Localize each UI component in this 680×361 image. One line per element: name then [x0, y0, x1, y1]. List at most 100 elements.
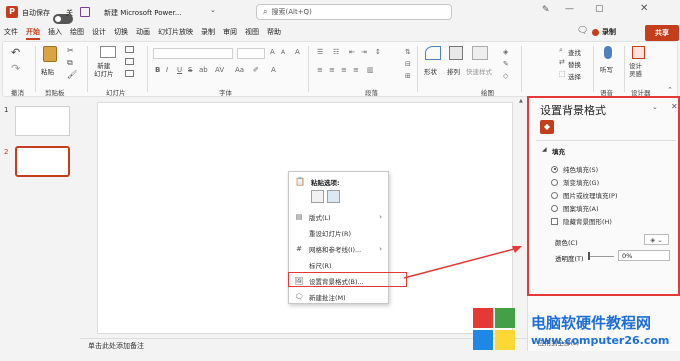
shape-outline-icon[interactable]: ✎ — [503, 60, 509, 68]
copy-icon[interactable]: ⧉ — [67, 58, 73, 68]
microphone-icon[interactable] — [604, 46, 612, 59]
tab-file[interactable]: 文件 — [0, 27, 22, 37]
arrange-button-label[interactable]: 排列 — [447, 66, 460, 76]
menu-item-new-comment[interactable]: 🗨 新建批注(M) — [289, 289, 388, 304]
pen-icon[interactable]: ✎ — [542, 5, 550, 15]
slide-thumbnail-selected[interactable] — [15, 146, 70, 177]
layout-icon[interactable] — [125, 46, 134, 53]
title-dropdown-icon[interactable]: ⌄ — [210, 6, 216, 14]
designer-icon[interactable] — [632, 46, 645, 59]
tab-slideshow[interactable]: 幻灯片放映 — [154, 27, 197, 37]
menu-item-layout[interactable]: ▤ 版式(L) › — [289, 209, 388, 224]
save-icon[interactable] — [80, 7, 90, 17]
underline-icon[interactable]: U — [177, 66, 182, 74]
new-slide-icon[interactable] — [100, 46, 116, 58]
menu-item-reset-slide[interactable]: 重设幻灯片(R) — [289, 225, 388, 240]
ribbon-collapse-icon[interactable]: ⌃ — [667, 86, 673, 94]
comment-icon: 🗨 — [294, 292, 304, 301]
quick-styles-button-label[interactable]: 快速样式 — [466, 66, 492, 76]
align-left-icon[interactable]: ≡ — [317, 66, 323, 74]
paste-option-picture-icon[interactable] — [327, 190, 340, 203]
shape-fill-icon[interactable]: ◈ — [503, 48, 508, 56]
tab-design[interactable]: 设计 — [88, 27, 110, 37]
font-color-icon[interactable]: A — [271, 66, 276, 74]
slide-thumbnail[interactable] — [15, 106, 70, 136]
shrink-font-icon[interactable]: A — [281, 49, 285, 56]
menu-item-ruler[interactable]: 标尺(R) — [289, 257, 388, 272]
smartart-icon[interactable]: ⊞ — [405, 72, 411, 80]
redo-icon[interactable]: ↷ — [11, 62, 20, 75]
reset-icon[interactable] — [125, 58, 134, 65]
shapes-button-label[interactable]: 形状 — [424, 66, 437, 76]
tab-animations[interactable]: 动画 — [132, 27, 154, 37]
minimize-icon[interactable]: — — [565, 4, 574, 14]
comments-icon[interactable]: 🗨 — [577, 26, 588, 36]
select-button-label[interactable]: 选择 — [568, 71, 581, 81]
quick-styles-icon[interactable] — [472, 46, 488, 60]
tab-transitions[interactable]: 切换 — [110, 27, 132, 37]
char-spacing-icon[interactable]: AV — [215, 66, 224, 74]
ribbon-separator — [87, 46, 88, 92]
justify-icon[interactable]: ≡ — [353, 66, 359, 74]
tab-record[interactable]: 录制 — [197, 27, 219, 37]
shadow-icon[interactable]: ab — [199, 66, 208, 74]
cut-icon[interactable]: ✂ — [67, 46, 74, 55]
undo-icon[interactable]: ↶ — [11, 46, 20, 59]
line-spacing-icon[interactable]: ↕ — [375, 48, 381, 56]
menu-item-grid-guides[interactable]: # 网格和参考线(I)... › — [289, 241, 388, 256]
search-box[interactable]: ⌕ 搜索(Alt+Q) — [256, 4, 452, 20]
grow-font-icon[interactable]: A — [270, 48, 275, 56]
windows-logo-icon — [473, 308, 517, 352]
bullets-icon[interactable]: ☰ — [317, 48, 323, 56]
scroll-up-icon[interactable]: ▲ — [519, 98, 523, 104]
paste-icon[interactable] — [43, 46, 57, 62]
tab-insert[interactable]: 插入 — [44, 27, 66, 37]
find-icon[interactable]: ⌕ — [559, 46, 563, 55]
tab-view[interactable]: 视图 — [241, 27, 263, 37]
clear-format-icon[interactable]: A — [295, 48, 300, 56]
columns-icon[interactable]: ▥ — [367, 66, 374, 74]
format-painter-icon[interactable]: 🖌 — [67, 70, 77, 79]
numbering-icon[interactable]: ☷ — [333, 48, 339, 56]
align-text-icon[interactable]: ⊟ — [405, 60, 411, 68]
watermark-title: 电脑软硬件教程网 — [531, 314, 652, 332]
decrease-indent-icon[interactable]: ⇤ — [349, 48, 355, 56]
new-slide-button-label[interactable]: 新建 幻灯片 — [94, 62, 114, 78]
align-center-icon[interactable]: ≡ — [329, 66, 335, 74]
section-icon[interactable] — [125, 70, 134, 77]
close-icon[interactable]: ✕ — [640, 3, 648, 14]
ribbon-separator — [593, 46, 594, 92]
find-button-label[interactable]: 查找 — [568, 47, 581, 57]
notes-pane[interactable]: 单击此处添加备注 — [80, 338, 527, 352]
share-button[interactable]: 共享 — [645, 25, 679, 41]
record-button[interactable]: 录制 — [592, 25, 616, 39]
shapes-icon[interactable] — [425, 46, 441, 60]
designer-button-label[interactable]: 设计 灵感 — [629, 62, 642, 78]
font-size-combo[interactable] — [237, 48, 265, 59]
select-icon[interactable]: ⬚ — [559, 70, 566, 78]
submenu-arrow-icon: › — [379, 244, 382, 253]
replace-button-label[interactable]: 替换 — [568, 59, 581, 69]
paste-button-label[interactable]: 粘贴 — [41, 66, 54, 76]
italic-icon[interactable]: I — [166, 66, 168, 74]
increase-indent-icon[interactable]: ⇥ — [361, 48, 367, 56]
tab-help[interactable]: 帮助 — [263, 27, 285, 37]
restore-icon[interactable]: ▢ — [595, 4, 604, 14]
shape-effects-icon[interactable]: ◇ — [503, 72, 508, 80]
dictate-button-label[interactable]: 听写 — [600, 64, 613, 74]
vertical-scrollbar[interactable]: ▲ ▼ — [519, 98, 525, 348]
change-case-icon[interactable]: Aa — [235, 66, 244, 74]
highlight-icon[interactable]: ✐ — [253, 66, 259, 74]
font-family-combo[interactable] — [153, 48, 233, 59]
arrange-icon[interactable] — [449, 46, 463, 60]
text-direction-icon[interactable]: ⇅ — [405, 48, 411, 56]
replace-icon[interactable]: ⇄ — [559, 58, 565, 66]
tab-draw[interactable]: 绘图 — [66, 27, 88, 37]
strikethrough-icon[interactable]: S — [188, 66, 192, 74]
tab-review[interactable]: 审阅 — [219, 27, 241, 37]
paste-option-keep-icon[interactable] — [311, 190, 324, 203]
bold-icon[interactable]: B — [155, 66, 160, 74]
tab-home[interactable]: 开始 — [22, 27, 44, 40]
app-logo-icon: P — [6, 6, 18, 18]
align-right-icon[interactable]: ≡ — [341, 66, 347, 74]
